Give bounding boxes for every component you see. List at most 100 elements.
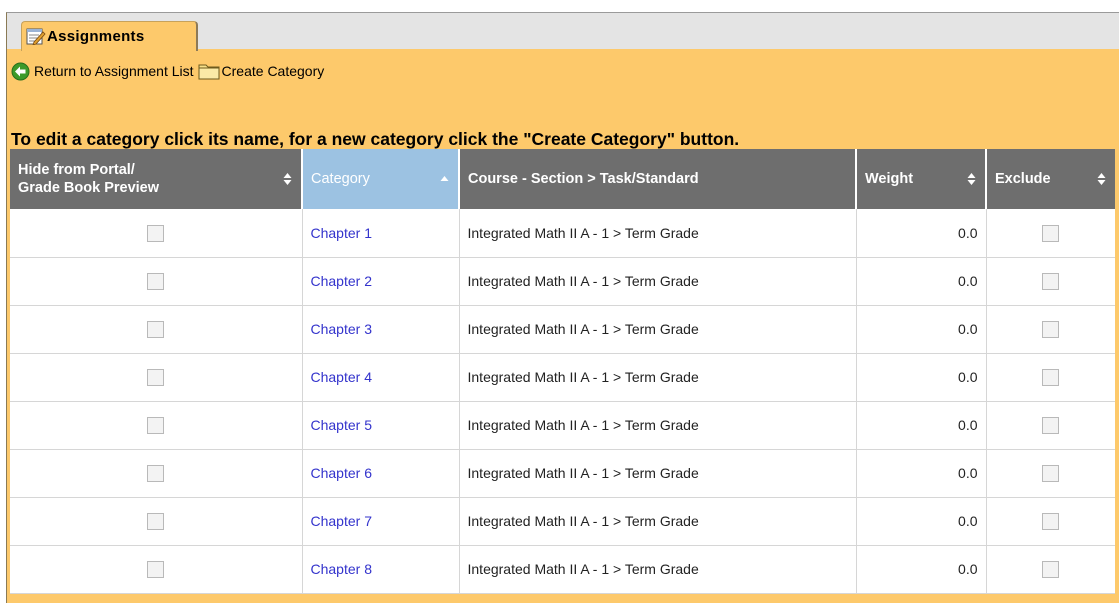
category-link[interactable]: Chapter 7 (311, 513, 372, 529)
category-link[interactable]: Chapter 1 (311, 225, 372, 241)
hide-cell (10, 401, 303, 450)
header-weight-label: Weight (865, 171, 914, 187)
category-cell: Chapter 1 (302, 209, 460, 258)
exclude-checkbox[interactable] (1042, 416, 1060, 434)
weight-value: 0.0 (958, 465, 978, 481)
column-header-category[interactable]: Category (302, 149, 460, 209)
assignments-panel: Assignments Return to Assignment List Cr… (6, 12, 1119, 603)
course-cell: Integrated Math II A - 1 > Term Grade (459, 305, 857, 354)
hide-cell (10, 449, 303, 498)
table-row: Chapter 6 Integrated Math II A - 1 > Term… (10, 449, 1115, 498)
instruction-text: To edit a category click its name, for a… (11, 129, 740, 149)
hide-from-portal-checkbox[interactable] (147, 272, 165, 290)
weight-value: 0.0 (958, 417, 978, 433)
course-text: Integrated Math II A - 1 > Term Grade (467, 369, 699, 385)
hide-from-portal-checkbox[interactable] (147, 560, 165, 578)
weight-value: 0.0 (958, 273, 978, 289)
exclude-checkbox[interactable] (1042, 512, 1060, 530)
weight-value: 0.0 (958, 321, 978, 337)
column-header-exclude[interactable]: Exclude (986, 149, 1115, 209)
table-row: Chapter 2 Integrated Math II A - 1 > Term… (10, 257, 1115, 306)
course-cell: Integrated Math II A - 1 > Term Grade (459, 209, 857, 258)
tab-label: Assignments (47, 28, 145, 45)
header-exclude-label: Exclude (995, 171, 1051, 187)
weight-cell: 0.0 (856, 257, 987, 306)
weight-cell: 0.0 (856, 305, 987, 354)
exclude-cell (986, 545, 1115, 594)
hide-from-portal-checkbox[interactable] (147, 464, 165, 482)
exclude-cell (986, 449, 1115, 498)
exclude-cell (986, 257, 1115, 306)
weight-value: 0.0 (958, 513, 978, 529)
column-header-course[interactable]: Course - Section > Task/Standard (459, 149, 857, 209)
course-text: Integrated Math II A - 1 > Term Grade (467, 273, 699, 289)
category-link[interactable]: Chapter 5 (311, 417, 372, 433)
course-cell: Integrated Math II A - 1 > Term Grade (459, 449, 857, 498)
category-cell: Chapter 8 (302, 545, 460, 594)
category-cell: Chapter 4 (302, 353, 460, 402)
sort-both-icon (283, 172, 292, 186)
back-arrow-icon (11, 62, 30, 81)
category-link[interactable]: Chapter 8 (311, 561, 372, 577)
category-cell: Chapter 7 (302, 497, 460, 546)
header-category-label: Category (311, 171, 370, 187)
hide-cell (10, 209, 303, 258)
tab-bar: Assignments (7, 13, 1119, 51)
sort-both-icon (967, 172, 976, 186)
header-course-label: Course - Section > Task/Standard (468, 171, 699, 187)
sort-ascending-icon (440, 172, 449, 186)
course-cell: Integrated Math II A - 1 > Term Grade (459, 401, 857, 450)
exclude-checkbox[interactable] (1042, 320, 1060, 338)
column-header-weight[interactable]: Weight (856, 149, 987, 209)
course-cell: Integrated Math II A - 1 > Term Grade (459, 545, 857, 594)
course-text: Integrated Math II A - 1 > Term Grade (467, 417, 699, 433)
return-to-list-label: Return to Assignment List (34, 63, 194, 79)
create-category-button[interactable]: Create Category (198, 62, 325, 80)
exclude-checkbox[interactable] (1042, 464, 1060, 482)
exclude-cell (986, 209, 1115, 258)
assignment-edit-icon (26, 28, 46, 46)
create-category-label: Create Category (221, 63, 325, 79)
exclude-checkbox[interactable] (1042, 224, 1060, 242)
hide-cell (10, 257, 303, 306)
exclude-checkbox[interactable] (1042, 368, 1060, 386)
column-header-hide-from-portal[interactable]: Hide from Portal/ Grade Book Preview (10, 149, 303, 209)
weight-value: 0.0 (958, 224, 978, 241)
exclude-cell (986, 497, 1115, 546)
weight-cell: 0.0 (856, 401, 987, 450)
header-row: Hide from Portal/ Grade Book Preview Cat… (10, 149, 1115, 209)
hide-from-portal-checkbox[interactable] (147, 320, 165, 338)
category-link[interactable]: Chapter 2 (311, 273, 372, 289)
hide-from-portal-checkbox[interactable] (147, 512, 165, 530)
hide-cell (10, 497, 303, 546)
course-text: Integrated Math II A - 1 > Term Grade (467, 224, 699, 241)
course-cell: Integrated Math II A - 1 > Term Grade (459, 497, 857, 546)
hide-from-portal-checkbox[interactable] (147, 368, 165, 386)
table-body: Chapter 1 Integrated Math II A - 1 > Term… (10, 209, 1115, 594)
category-link[interactable]: Chapter 3 (311, 321, 372, 337)
folder-icon (198, 62, 220, 80)
category-cell: Chapter 6 (302, 449, 460, 498)
weight-cell: 0.0 (856, 497, 987, 546)
weight-cell: 0.0 (856, 545, 987, 594)
exclude-cell (986, 305, 1115, 354)
exclude-checkbox[interactable] (1042, 272, 1060, 290)
tab-assignments[interactable]: Assignments (21, 21, 198, 51)
exclude-cell (986, 401, 1115, 450)
category-link[interactable]: Chapter 6 (311, 465, 372, 481)
weight-cell: 0.0 (856, 353, 987, 402)
category-cell: Chapter 5 (302, 401, 460, 450)
exclude-checkbox[interactable] (1042, 560, 1060, 578)
course-cell: Integrated Math II A - 1 > Term Grade (459, 257, 857, 306)
category-cell: Chapter 2 (302, 257, 460, 306)
weight-cell: 0.0 (856, 449, 987, 498)
return-to-list-button[interactable]: Return to Assignment List (11, 62, 194, 81)
weight-value: 0.0 (958, 369, 978, 385)
course-cell: Integrated Math II A - 1 > Term Grade (459, 353, 857, 402)
category-link[interactable]: Chapter 4 (311, 369, 372, 385)
hide-from-portal-checkbox[interactable] (147, 224, 165, 242)
exclude-cell (986, 353, 1115, 402)
hide-cell (10, 353, 303, 402)
table-row: Chapter 5 Integrated Math II A - 1 > Term… (10, 401, 1115, 450)
hide-from-portal-checkbox[interactable] (147, 416, 165, 434)
